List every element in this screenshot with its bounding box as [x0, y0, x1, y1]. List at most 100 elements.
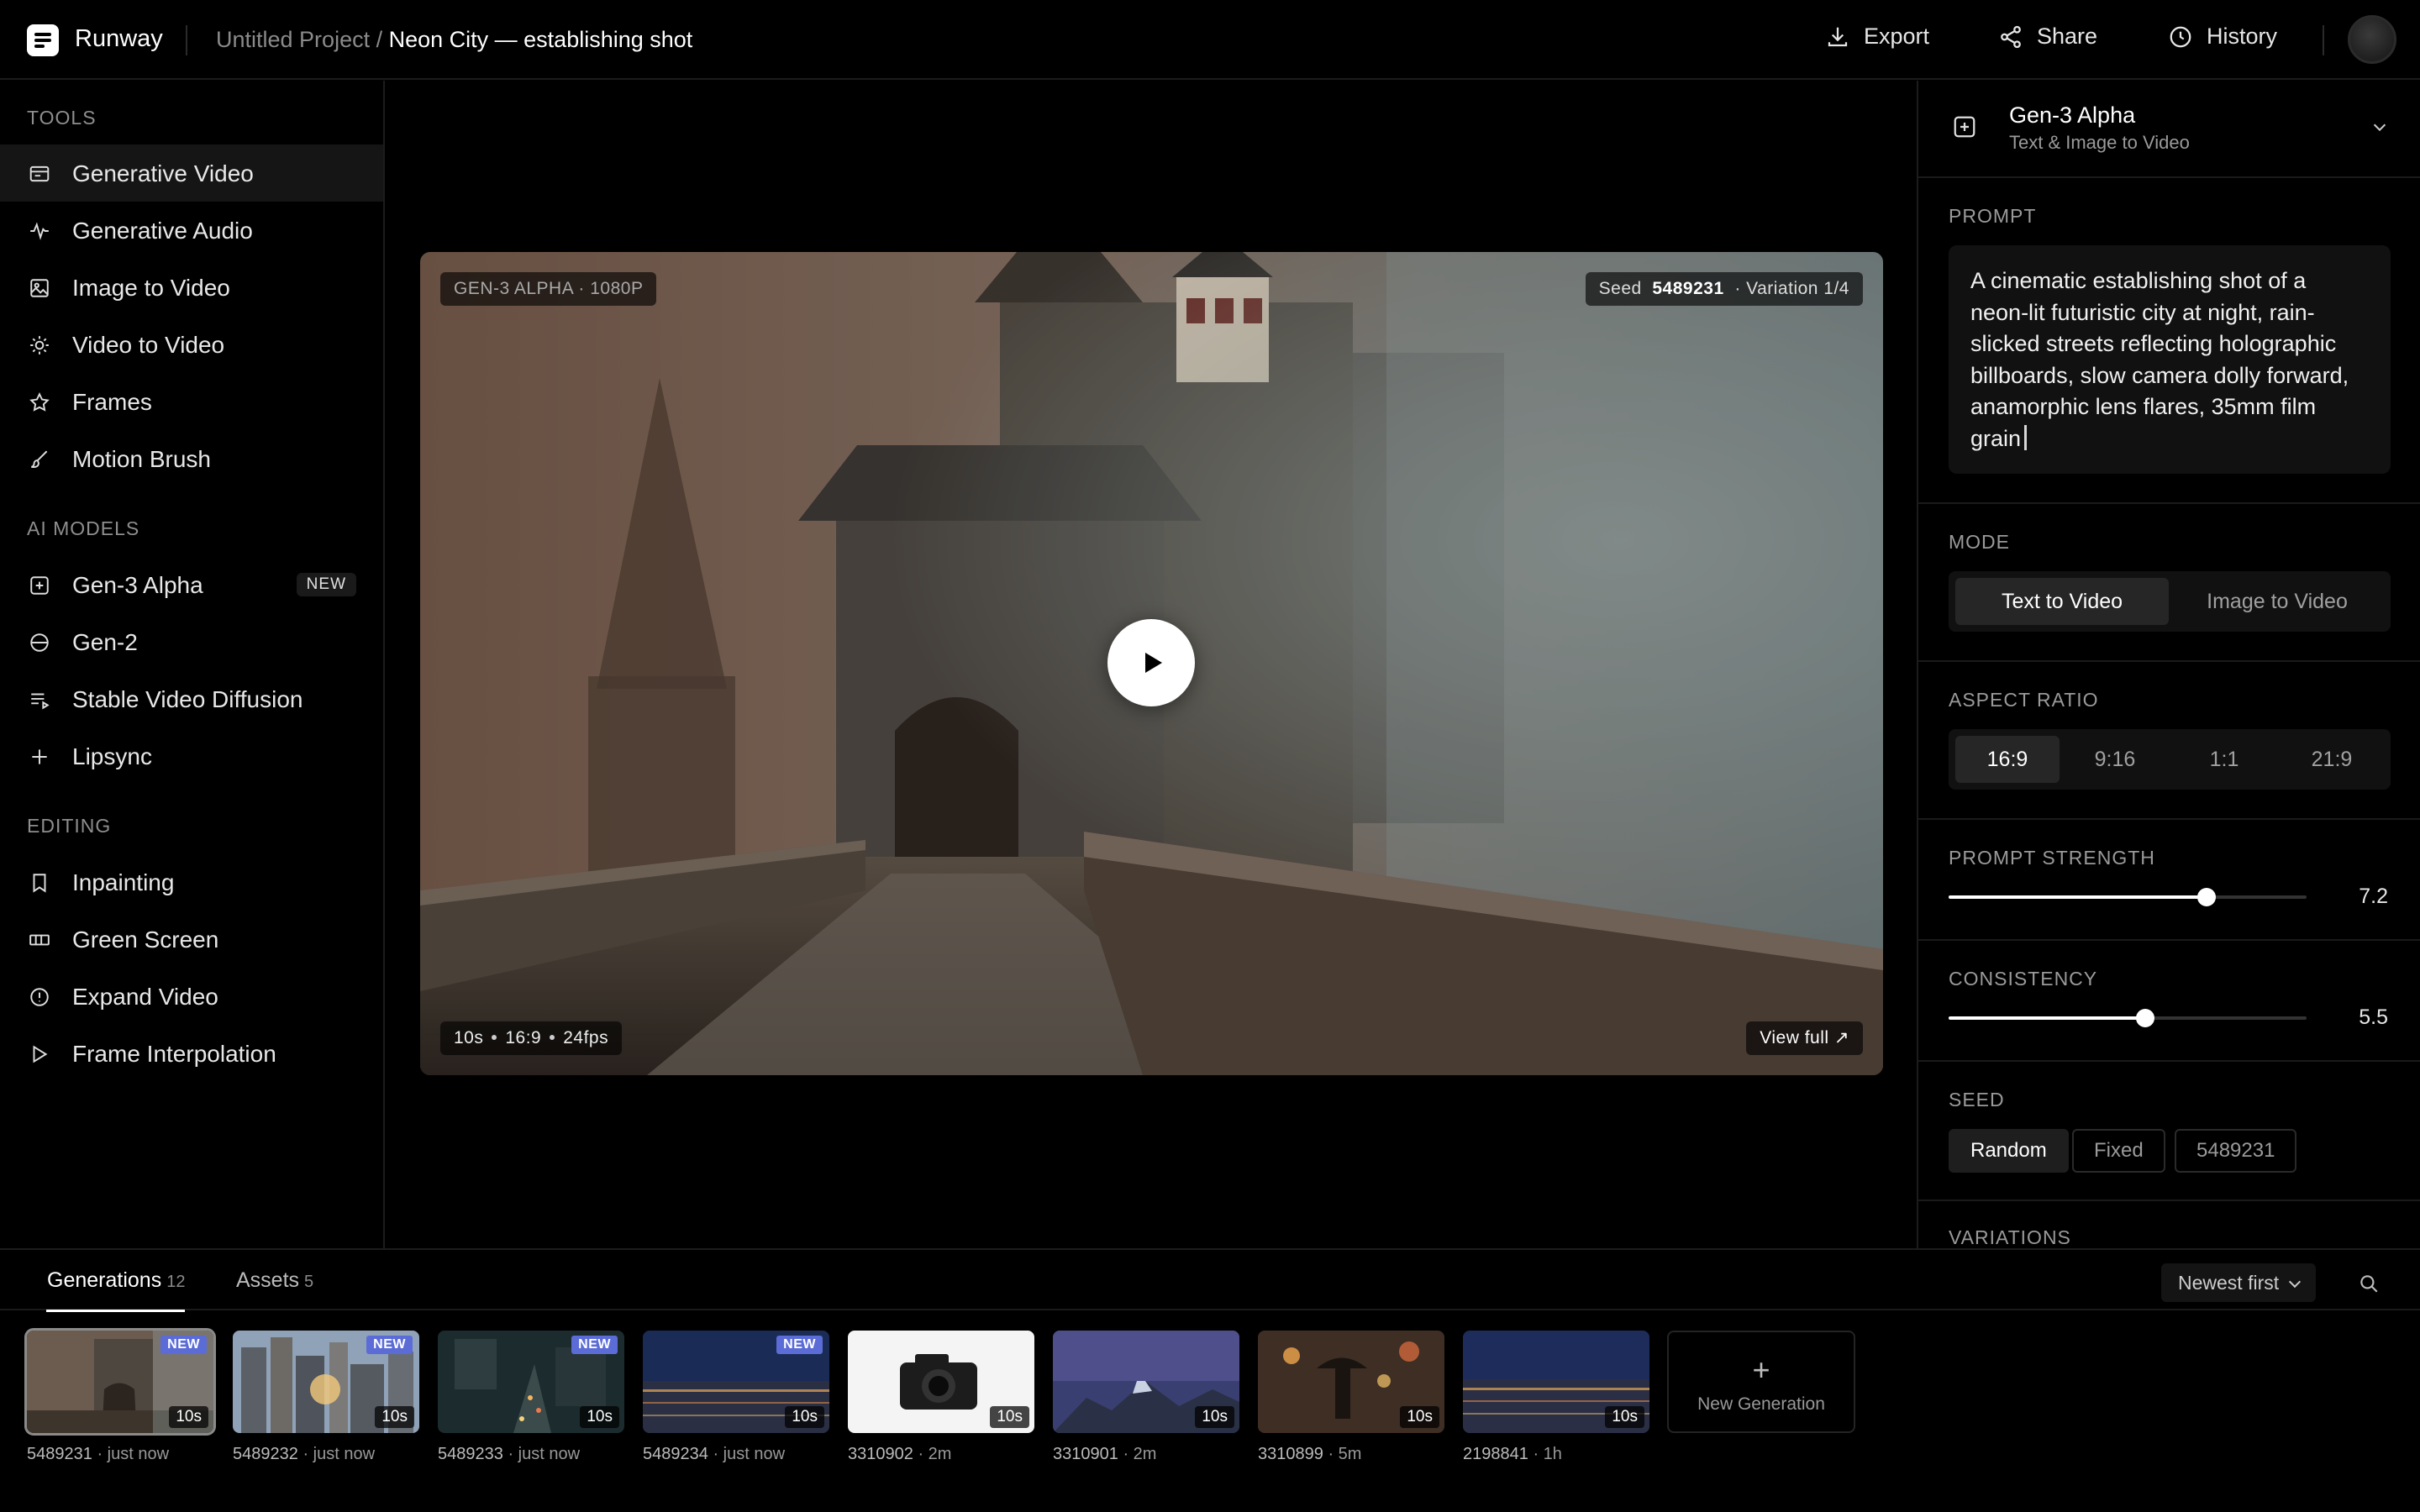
play-button[interactable] — [1107, 619, 1195, 706]
breadcrumb-scene[interactable]: Neon City — establishing shot — [389, 27, 693, 52]
view-full-button[interactable]: View full ↗ — [1746, 1021, 1863, 1055]
sidebar-item-generative-video[interactable]: Generative Video — [0, 144, 383, 202]
sidebar-item-motion-brush[interactable]: Motion Brush — [0, 430, 383, 487]
duration-badge: 10s — [580, 1406, 619, 1428]
info-circle-icon — [30, 988, 49, 1006]
variation-label: · Variation 1/4 — [1734, 279, 1849, 298]
runway-logo-icon[interactable] — [27, 24, 59, 56]
tab-generations[interactable]: Generations 12 — [47, 1268, 185, 1293]
model-name: Gen-3 Alpha — [2009, 102, 2136, 128]
generation-thumbnail[interactable]: 10s — [1258, 1331, 1444, 1433]
history-button[interactable]: History — [2168, 24, 2277, 50]
sidebar-item-generative-audio[interactable]: Generative Audio — [0, 202, 383, 259]
prompt-strength-value: 7.2 — [2359, 885, 2388, 908]
seed-value-field[interactable]: 5489231 — [2175, 1129, 2297, 1173]
aspect-9-16[interactable]: 9:16 — [2063, 736, 2167, 783]
generation-id: 2198841 — [1463, 1445, 1528, 1463]
share-button[interactable]: Share — [1998, 24, 2097, 50]
tab-label: Generations — [47, 1268, 162, 1292]
mode-title: MODE — [1949, 531, 2010, 553]
generation-thumbnail[interactable]: 10s — [848, 1331, 1034, 1433]
tab-count: 12 — [166, 1273, 186, 1291]
avatar[interactable] — [2348, 15, 2396, 64]
sidebar-item-expand-video[interactable]: Expand Video — [0, 968, 383, 1025]
text-caret — [2024, 424, 2028, 450]
settings-panel: Gen-3 Alpha Text & Image to Video PROMPT… — [1917, 81, 2420, 1248]
generation-id: 3310902 — [848, 1445, 913, 1463]
history-label: History — [2207, 24, 2278, 49]
generation-id: 5489232 — [233, 1445, 298, 1463]
chevron-down-icon — [2373, 123, 2386, 132]
slider-handle[interactable] — [2196, 888, 2216, 906]
play-icon — [1145, 653, 1162, 673]
sidebar-item-frame-interpolation[interactable]: Frame Interpolation — [0, 1025, 383, 1082]
sidebar-item-lipsync[interactable]: Lipsync — [0, 727, 383, 785]
mode-image-to-video[interactable]: Image to Video — [2170, 578, 2384, 625]
generation-age: · 5m — [1328, 1445, 1362, 1463]
generation-age: · just now — [97, 1445, 170, 1463]
prompt-strength-slider[interactable] — [1949, 888, 2307, 906]
sort-dropdown[interactable]: Newest first — [2161, 1263, 2317, 1302]
sidebar-item-inpainting[interactable]: Inpainting — [0, 853, 383, 911]
generation-thumbnail[interactable]: 10s — [1053, 1331, 1239, 1433]
aspect-21-9[interactable]: 21:9 — [2280, 736, 2384, 783]
divider — [2323, 25, 2324, 55]
plus-icon — [32, 749, 47, 764]
search-icon[interactable] — [2358, 1273, 2380, 1294]
sidebar-item-green-screen[interactable]: Green Screen — [0, 911, 383, 968]
aspect-16-9[interactable]: 16:9 — [1955, 736, 2060, 783]
clock-icon — [2170, 26, 2191, 47]
section-title-tools: TOOLS — [27, 107, 97, 129]
sidebar-item-label: Video to Video — [72, 332, 225, 358]
film-icon — [29, 165, 50, 182]
generation-thumbnail[interactable]: 10s — [1463, 1331, 1649, 1433]
chevron-down-icon — [2289, 1275, 2302, 1289]
sidebar-item-frames[interactable]: Frames — [0, 373, 383, 430]
video-player[interactable]: GEN-3 ALPHA · 1080P Seed 5489231 · Varia… — [420, 252, 1883, 1075]
sidebar-item-label: Lipsync — [72, 743, 152, 769]
tab-assets[interactable]: Assets 5 — [236, 1268, 313, 1293]
model-subtitle: Text & Image to Video — [2009, 132, 2190, 153]
generation-thumbnail[interactable]: NEW 10s — [233, 1331, 419, 1433]
new-badge: NEW — [366, 1336, 413, 1354]
sidebar-item-label: Generative Video — [72, 160, 254, 186]
duration-badge: 10s — [169, 1406, 208, 1428]
generation-thumbnail[interactable]: NEW 10s — [643, 1331, 829, 1433]
sidebar-item-label: Inpainting — [72, 869, 175, 895]
sidebar-item-gen-3-alpha[interactable]: Gen-3 Alpha NEW — [0, 556, 383, 613]
breadcrumb-project[interactable]: Untitled Project / — [216, 27, 382, 52]
thumbnail-caption: 3310901 · 2m — [1053, 1445, 1156, 1464]
sidebar-item-label: Generative Audio — [72, 218, 253, 244]
prompt-input[interactable]: A cinematic establishing shot of a neon-… — [1949, 245, 2391, 474]
sidebar-item-image-to-video[interactable]: Image to Video — [0, 259, 383, 316]
active-tab-indicator — [46, 1310, 185, 1312]
sidebar-item-label: Expand Video — [72, 984, 218, 1010]
generation-age: · 2m — [918, 1445, 952, 1463]
sidebar-item-gen-2[interactable]: Gen-2 — [0, 613, 383, 670]
generation-thumbnail[interactable]: NEW 10s — [24, 1328, 216, 1436]
sidebar-item-video-to-video[interactable]: Video to Video — [0, 316, 383, 373]
plus-square-icon — [30, 576, 49, 595]
generation-age: · just now — [508, 1445, 581, 1463]
seed-fixed-button[interactable]: Fixed — [2072, 1129, 2165, 1173]
generation-thumbnail[interactable]: NEW 10s — [438, 1331, 624, 1433]
video-meta-chip: 10s 16:9 24fps — [440, 1021, 623, 1055]
section-title-editing: EDITING — [27, 815, 112, 837]
mode-text-to-video[interactable]: Text to Video — [1955, 578, 2169, 625]
consistency-slider[interactable] — [1949, 1009, 2307, 1027]
aspect-1-1[interactable]: 1:1 — [2172, 736, 2276, 783]
sun-icon — [30, 336, 49, 354]
export-button[interactable]: Export — [1825, 24, 1929, 50]
duration-badge: 10s — [1195, 1406, 1234, 1428]
new-generation-button[interactable]: + New Generation — [1667, 1331, 1855, 1433]
tab-label: Assets — [236, 1268, 300, 1292]
thumbnail-caption: 5489231 · just now — [27, 1445, 169, 1464]
new-badge: NEW — [160, 1336, 207, 1354]
seed-random-button[interactable]: Random — [1949, 1129, 2069, 1173]
model-selector[interactable]: Gen-3 Alpha Text & Image to Video — [1918, 81, 2420, 176]
prompt-strength-title: PROMPT STRENGTH — [1949, 847, 2155, 869]
thumbnail-caption: 3310902 · 2m — [848, 1445, 951, 1464]
slider-handle[interactable] — [2136, 1009, 2155, 1027]
sidebar: TOOLS Generative Video Generative Audio … — [0, 81, 385, 1248]
sidebar-item-stable-video-diffusion[interactable]: Stable Video Diffusion — [0, 670, 383, 727]
